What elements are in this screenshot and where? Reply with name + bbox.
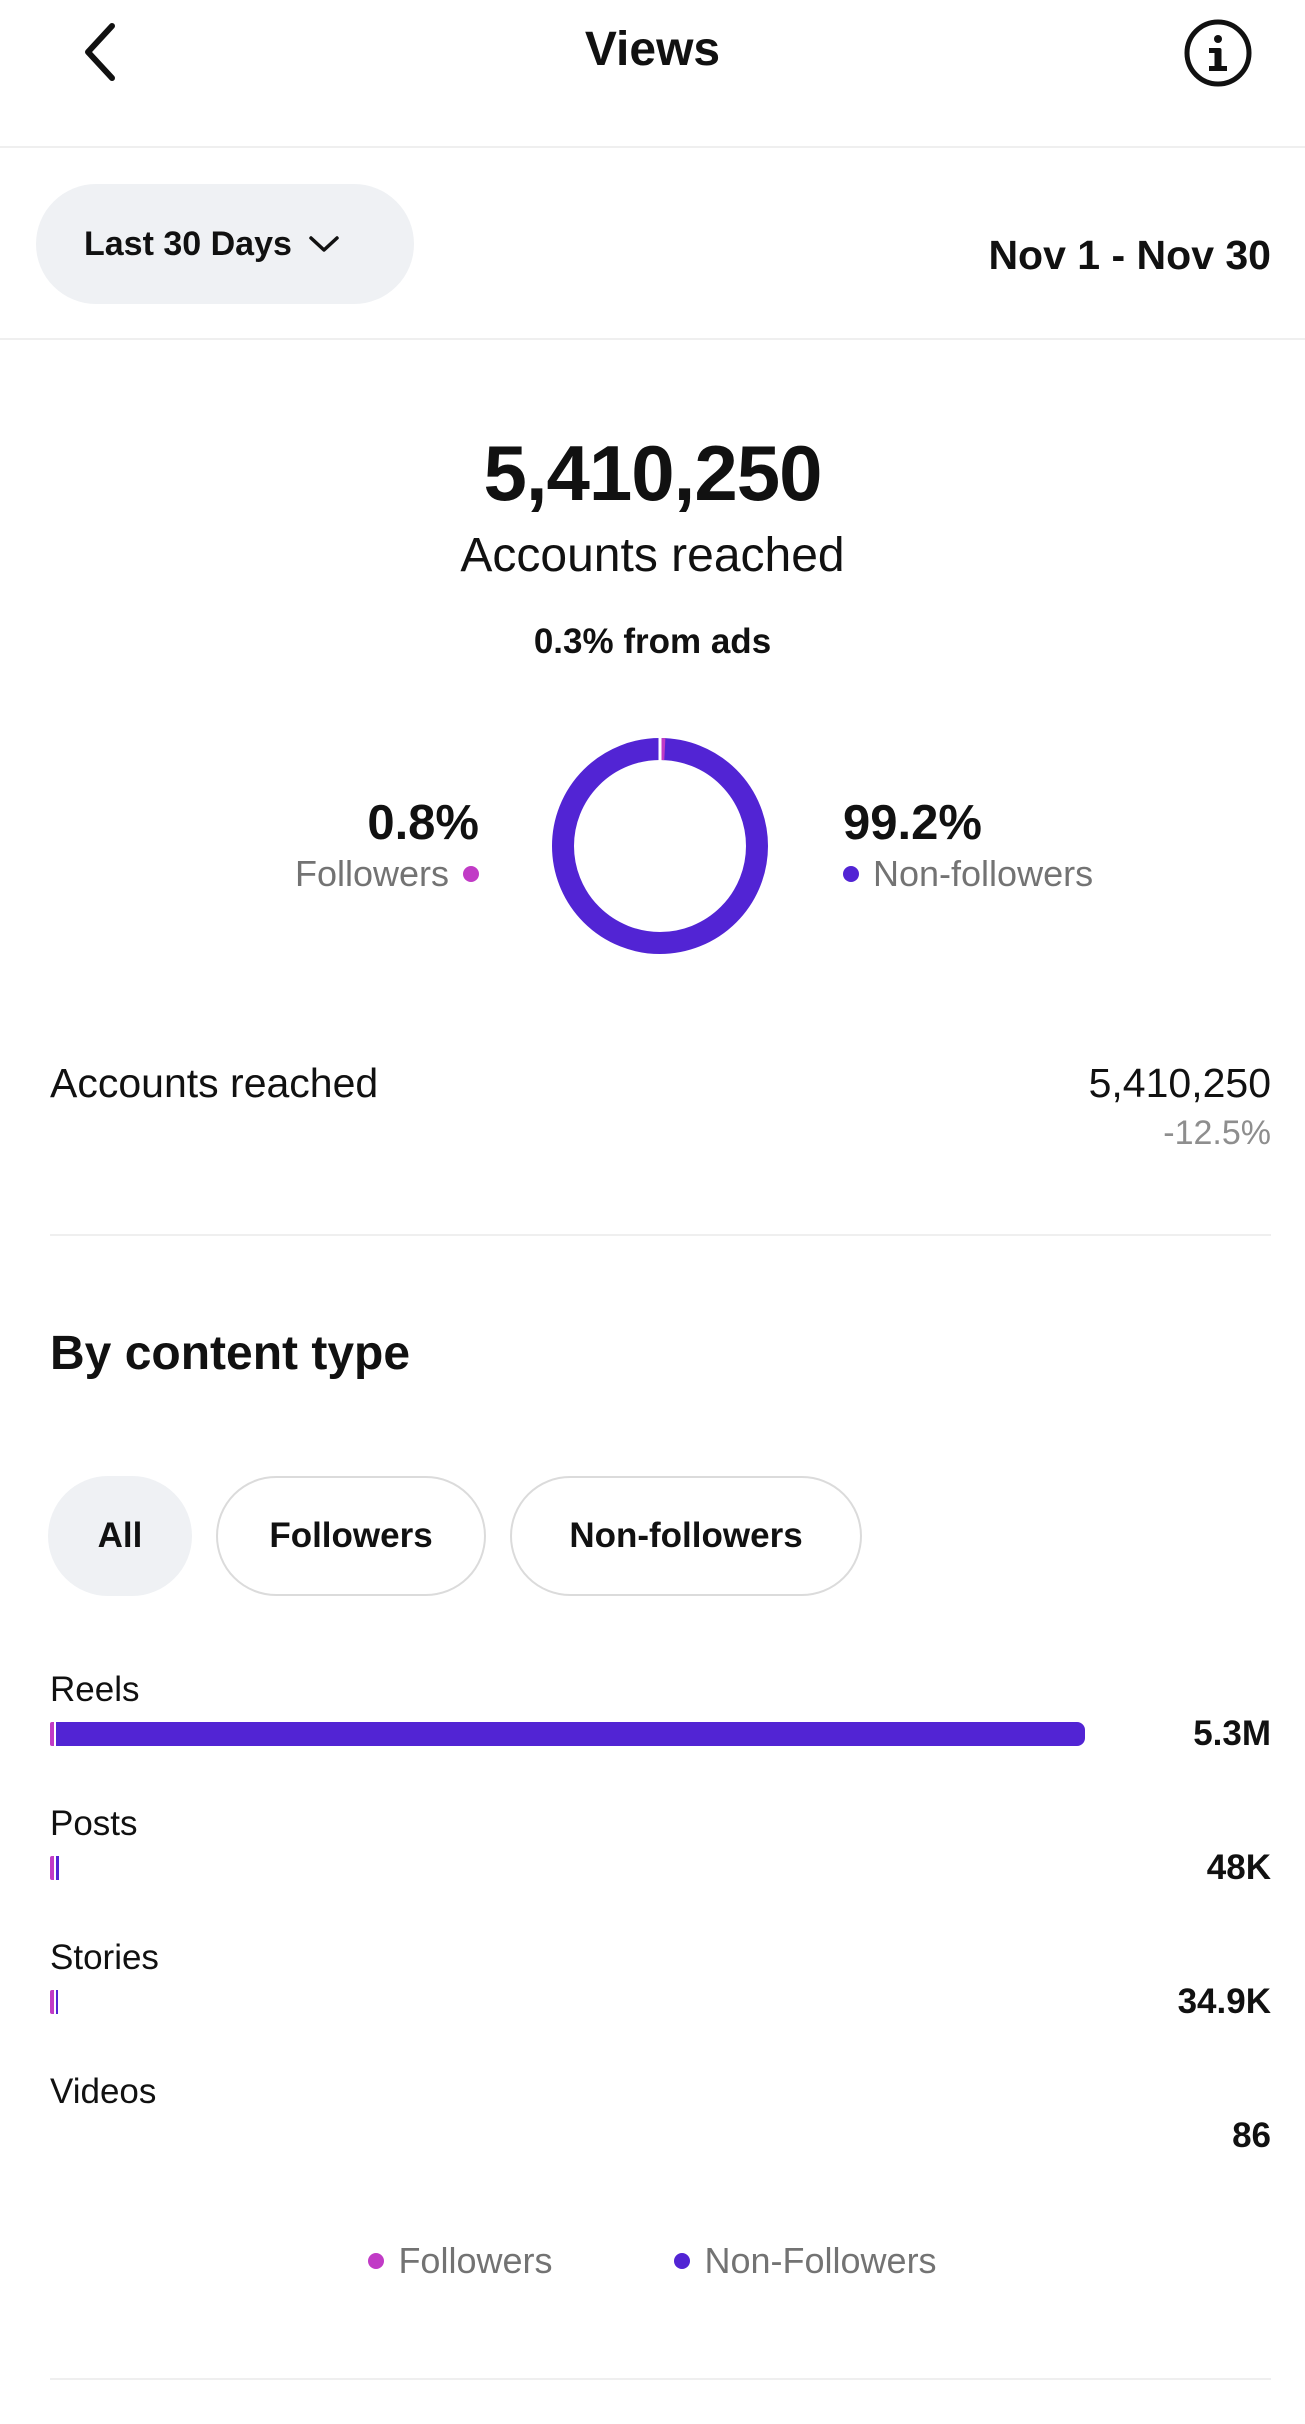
legend-label-non-followers: Non-Followers bbox=[704, 2240, 937, 2281]
page-title: Views bbox=[584, 23, 721, 76]
accounts-reached-change: -12.5% bbox=[1163, 1114, 1271, 1152]
content-row-videos: Videos 86 bbox=[50, 2072, 1271, 2172]
date-range-row: Last 30 Days Nov 1 - Nov 30 bbox=[0, 148, 1305, 340]
content-row-reels: Reels 5.3M bbox=[50, 1670, 1271, 1770]
legend-dot-followers bbox=[368, 2253, 385, 2269]
date-range-selected: Last 30 Days bbox=[84, 224, 292, 263]
bar-segment-followers bbox=[50, 1990, 54, 2014]
non-followers-label-wrap: Non-followers bbox=[843, 852, 1093, 896]
chart-legend: Followers Non-Followers bbox=[0, 2240, 1305, 2282]
content-label: Posts bbox=[50, 1804, 138, 1843]
legend-item-non-followers: Non-Followers bbox=[674, 2240, 937, 2282]
content-row-stories: Stories 34.9K bbox=[50, 1938, 1271, 2038]
followers-label-wrap: Followers bbox=[295, 852, 479, 896]
info-circle-icon bbox=[1184, 19, 1252, 87]
content-value: 34.9K bbox=[1177, 1982, 1271, 2021]
followers-label: Followers bbox=[294, 853, 449, 894]
ads-share: 0.3% from ads bbox=[533, 622, 772, 661]
followers-percent: 0.8% bbox=[367, 796, 479, 850]
content-label: Stories bbox=[50, 1938, 159, 1977]
info-button[interactable] bbox=[1183, 18, 1253, 88]
filter-chip-all[interactable]: All bbox=[48, 1476, 192, 1596]
accounts-reached-value: 5,410,250 bbox=[1088, 1060, 1271, 1106]
followers-dot bbox=[463, 866, 479, 882]
accounts-reached-label: Accounts reached bbox=[50, 1060, 379, 1106]
filter-chip-followers[interactable]: Followers bbox=[216, 1476, 486, 1596]
filter-chip-non-followers[interactable]: Non-followers bbox=[510, 1476, 862, 1596]
date-range-dropdown[interactable]: Last 30 Days bbox=[36, 184, 414, 304]
legend-item-followers: Followers bbox=[368, 2240, 552, 2282]
donut-non-followers-arc bbox=[552, 738, 768, 954]
non-followers-percent: 99.2% bbox=[843, 796, 982, 850]
divider bbox=[50, 2378, 1271, 2380]
content-value: 5.3M bbox=[1193, 1714, 1271, 1753]
content-bar bbox=[50, 1722, 1085, 1746]
legend-dot-non-followers bbox=[674, 2253, 691, 2269]
bar-segment-followers bbox=[50, 1722, 54, 1746]
non-followers-stat: 99.2% Non-followers bbox=[843, 794, 1093, 896]
non-followers-label: Non-followers bbox=[873, 853, 1094, 894]
content-bar bbox=[50, 2124, 1085, 2148]
total-accounts-label: Accounts reached bbox=[460, 529, 845, 582]
content-label: Reels bbox=[50, 1670, 140, 1709]
content-value: 86 bbox=[1232, 2116, 1271, 2155]
content-label: Videos bbox=[50, 2072, 157, 2111]
content-bar bbox=[50, 1856, 1085, 1880]
content-row-posts: Posts 48K bbox=[50, 1804, 1271, 1904]
total-accounts-reached: 5,410,250 bbox=[483, 429, 822, 517]
content-bar bbox=[50, 1990, 1085, 2014]
content-value: 48K bbox=[1206, 1848, 1271, 1887]
chevron-down-icon bbox=[309, 236, 339, 252]
bar-segment-non-followers bbox=[56, 1990, 58, 2014]
section-title-content-type: By content type bbox=[50, 1327, 411, 1380]
bar-segment-followers bbox=[50, 1856, 54, 1880]
audience-donut-chart bbox=[552, 738, 768, 954]
bar-segment-non-followers bbox=[56, 1856, 60, 1880]
non-followers-dot bbox=[843, 866, 859, 882]
date-range-text: Nov 1 - Nov 30 bbox=[988, 232, 1271, 278]
followers-stat: 0.8% Followers bbox=[295, 794, 479, 896]
accounts-reached-row[interactable]: Accounts reached 5,410,250 -12.5% bbox=[50, 1060, 1271, 1236]
legend-label-followers: Followers bbox=[398, 2240, 553, 2281]
bar-segment-non-followers bbox=[56, 1722, 1085, 1746]
top-bar: Views bbox=[0, 0, 1305, 148]
